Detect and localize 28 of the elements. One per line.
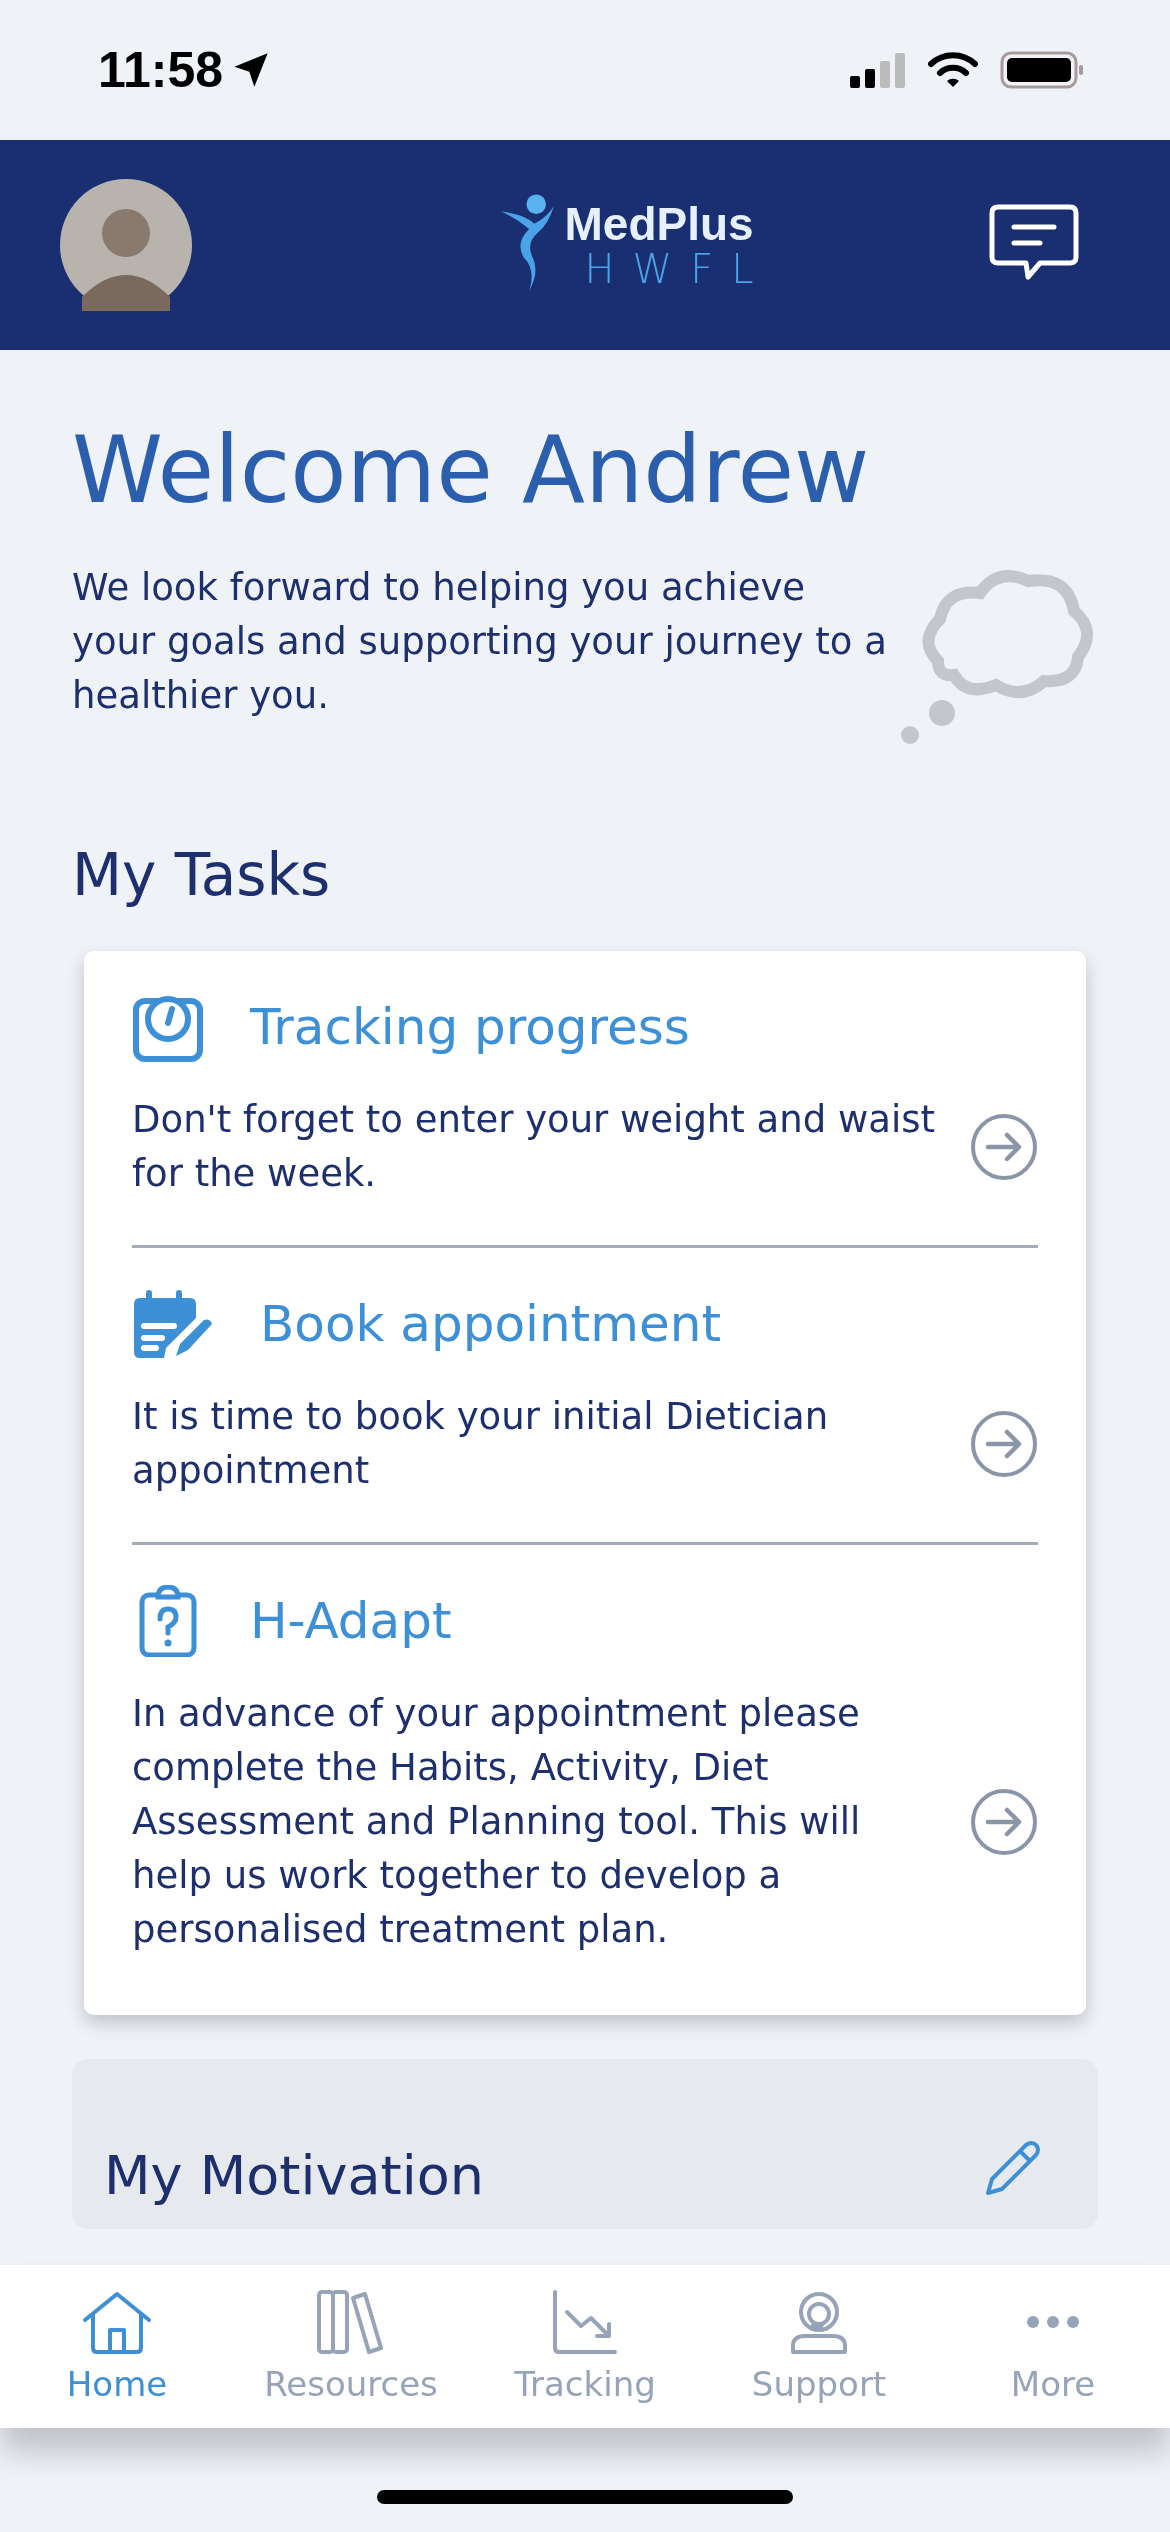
task-title[interactable]: Tracking progress	[250, 998, 690, 1057]
battery-icon	[1000, 51, 1084, 89]
section-title: My Motivation	[104, 2144, 484, 2208]
home-icon	[81, 2289, 153, 2354]
task-description: Don't forget to enter your weight and waist for the week.	[132, 1097, 936, 1198]
logo-subtitle: HWFL	[584, 249, 772, 289]
tab[interactable]: More	[936, 2265, 1170, 2428]
task-description: In advance of your appointment please complete the Habits, Activity, Diet Assessment and Planning tool. This will help us work together to develop a personalised treatment plan.	[132, 1691, 862, 1954]
welcome-title: Welcome Andrew	[72, 420, 871, 522]
tab[interactable]: Home	[0, 2265, 234, 2428]
tab[interactable]: Support	[702, 2265, 936, 2428]
task-title[interactable]: H-Adapt	[250, 1592, 452, 1651]
status-time: 11:58	[98, 41, 224, 99]
avatar[interactable]	[60, 179, 192, 311]
arrow-right-circle-icon[interactable]	[970, 1113, 1038, 1182]
task-title[interactable]: Book appointment	[260, 1295, 721, 1354]
arrow-right-circle-icon[interactable]	[970, 1788, 1038, 1857]
welcome-text: We look forward to helping you achieve your goals and supporting your journey to a healthier you.	[72, 565, 888, 720]
calendar-edit-icon	[132, 1288, 214, 1361]
tab[interactable]: Resources	[234, 2265, 468, 2428]
section-title: My Tasks	[72, 841, 332, 910]
arrow-right-circle-icon[interactable]	[970, 1410, 1038, 1479]
task-description: It is time to book your initial Dietician appointment	[132, 1394, 830, 1495]
logo-wordmark: MedPlus	[564, 201, 755, 247]
more-icon	[1027, 2315, 1079, 2328]
signal-icon	[850, 52, 906, 88]
wifi-icon	[928, 51, 978, 89]
tab[interactable]: Tracking	[468, 2265, 702, 2428]
